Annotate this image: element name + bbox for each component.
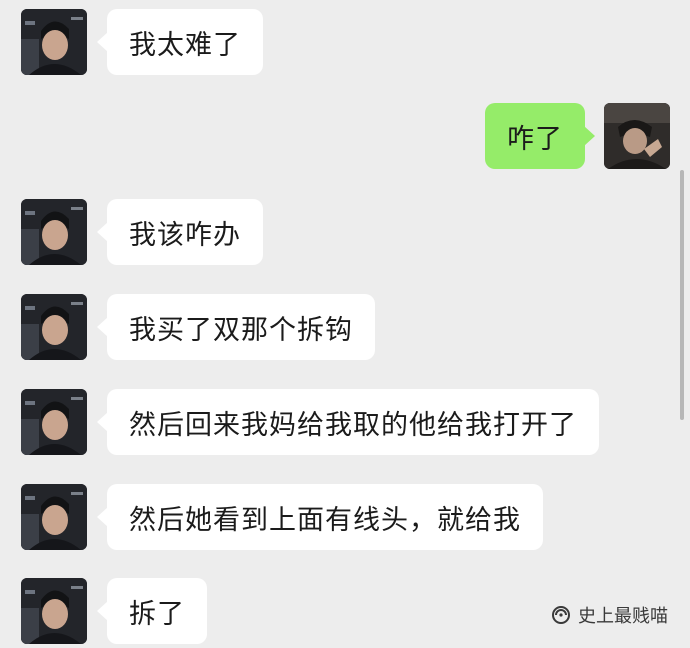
- message-text: 我该咋办: [129, 219, 241, 251]
- contact-avatar-icon[interactable]: [21, 578, 87, 644]
- contact-avatar-icon[interactable]: [21, 294, 87, 360]
- incoming-message-bubble[interactable]: 我该咋办: [97, 199, 263, 265]
- watermark: 史上最贱喵: [550, 602, 668, 628]
- message-text: 咋了: [507, 123, 563, 155]
- incoming-message-bubble[interactable]: 我太难了: [97, 9, 263, 75]
- contact-avatar-icon[interactable]: [21, 199, 87, 265]
- contact-avatar-icon[interactable]: [21, 484, 87, 550]
- message-text: 我买了双那个拆钩: [129, 314, 353, 346]
- incoming-message-bubble[interactable]: 然后回来我妈给我取的他给我打开了: [97, 389, 599, 455]
- message-text: 我太难了: [129, 29, 241, 61]
- message-text: 然后回来我妈给我取的他给我打开了: [129, 409, 577, 441]
- scrollbar[interactable]: [680, 170, 684, 420]
- self-avatar-icon[interactable]: [604, 103, 670, 169]
- incoming-message-bubble[interactable]: 我买了双那个拆钩: [97, 294, 375, 360]
- watermark-text: 史上最贱喵: [578, 606, 668, 627]
- outgoing-message-bubble[interactable]: 咋了: [485, 103, 595, 169]
- wechat-official-account-icon: [550, 604, 572, 626]
- incoming-message-bubble[interactable]: 拆了: [97, 578, 207, 644]
- incoming-message-bubble[interactable]: 然后她看到上面有线头，就给我: [97, 484, 543, 550]
- contact-avatar-icon[interactable]: [21, 389, 87, 455]
- contact-avatar-icon[interactable]: [21, 9, 87, 75]
- chat-window: 我太难了 咋了 我该咋办 我买了双那个拆钩 然后回来我妈给我取的他给我打开了 然…: [0, 0, 690, 648]
- message-text: 然后她看到上面有线头，就给我: [129, 504, 521, 536]
- message-text: 拆了: [129, 598, 185, 630]
